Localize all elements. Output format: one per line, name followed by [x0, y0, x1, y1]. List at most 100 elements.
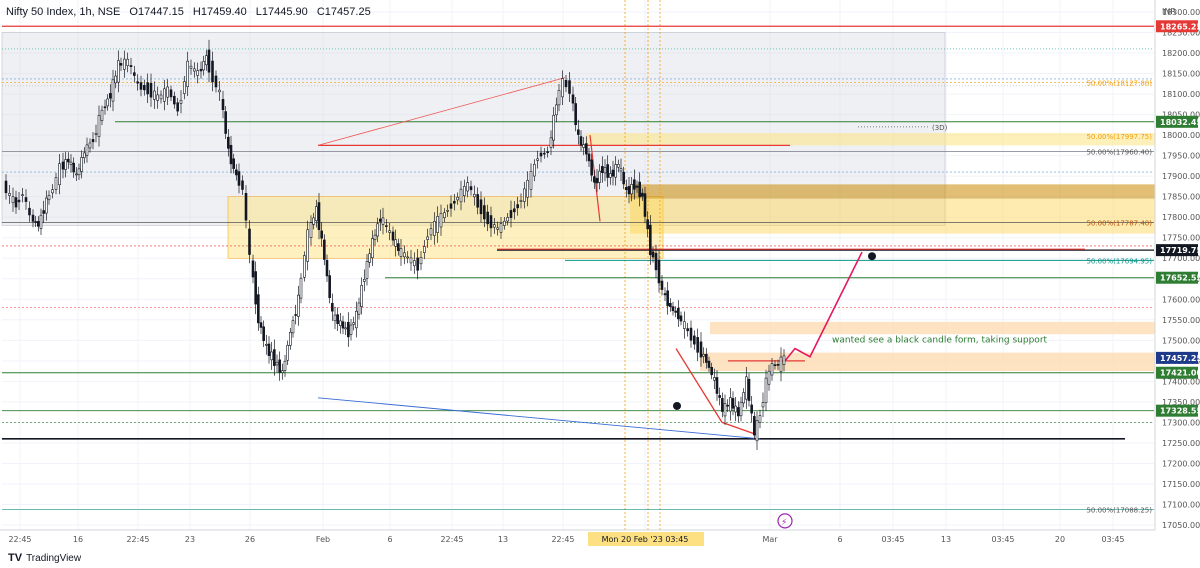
candle-body — [767, 370, 771, 385]
candle-body — [306, 229, 309, 262]
candle-body — [419, 256, 423, 265]
candle-body — [320, 230, 323, 239]
chart-canvas[interactable]: (3D) ⚡ wanted see a black candle form, tak… — [0, 0, 1200, 568]
candle-body — [221, 99, 225, 111]
candle-body — [388, 230, 391, 233]
candle-body — [286, 344, 289, 361]
candle-body — [726, 404, 729, 407]
candle-body — [782, 355, 786, 365]
y-tick-label: 17850.00 — [1162, 193, 1200, 202]
candle-body — [75, 173, 78, 176]
candle-body — [737, 407, 740, 417]
tradingview-brand: TradingView — [26, 552, 82, 564]
candle-body — [58, 163, 61, 186]
candle-body — [299, 277, 303, 299]
flash-glyph-icon: ⚡ — [781, 518, 787, 528]
symbol-label[interactable]: Nifty 50 Index, 1h, NSE — [6, 6, 120, 18]
candle-body — [11, 196, 15, 204]
candle-body — [713, 377, 716, 381]
candle-body — [273, 349, 276, 366]
price-badge-label: 17652.55 — [1160, 274, 1200, 283]
y-tick-label: 17200.00 — [1162, 459, 1200, 468]
candle-body — [456, 196, 459, 201]
candle-body — [166, 86, 169, 98]
candle-body — [291, 320, 295, 334]
candle-body — [347, 321, 350, 338]
candle-body — [689, 327, 693, 341]
fib-label: 50.00%(17088.25) — [1086, 506, 1152, 514]
candle-body — [17, 199, 21, 203]
candle-body — [546, 151, 549, 153]
price-badge-label: 17421.00 — [1160, 369, 1200, 378]
candle-body — [590, 159, 593, 176]
x-tick-label: 23 — [185, 535, 195, 544]
candle-body — [533, 164, 536, 177]
candle-body — [149, 82, 153, 98]
candle-body — [439, 213, 443, 228]
candle-body — [47, 195, 51, 201]
candle-body — [702, 354, 705, 357]
x-tick-label: 13 — [941, 535, 951, 544]
candle-body — [28, 207, 31, 216]
candle-body — [126, 58, 129, 66]
y-tick-label: 17050.00 — [1162, 521, 1200, 530]
candle-body — [776, 363, 780, 366]
candle-body — [218, 89, 221, 93]
eye-marker-icon[interactable] — [673, 401, 681, 410]
candle-body — [106, 98, 109, 107]
candle-body — [552, 115, 555, 141]
candle-body — [281, 370, 284, 373]
candle-body — [267, 343, 271, 356]
candle-body — [297, 294, 300, 317]
candle-body — [235, 169, 238, 176]
candle-body — [750, 404, 753, 414]
candle-body — [593, 176, 596, 183]
x-tick-label: 6 — [387, 535, 392, 544]
candle-body — [723, 403, 727, 417]
candle-body — [385, 225, 388, 227]
candle-body — [91, 139, 95, 143]
x-tick-label: 20 — [1055, 535, 1065, 544]
candle-body — [189, 65, 193, 69]
candle-body — [373, 234, 377, 240]
candle-body — [549, 137, 553, 148]
candle-body — [139, 82, 143, 90]
candle-body — [413, 260, 416, 267]
candle-body — [262, 326, 265, 342]
candle-body — [331, 303, 334, 312]
candle-body — [100, 109, 104, 121]
candle-body — [67, 158, 70, 163]
candle-body — [123, 58, 126, 70]
candle-body — [199, 68, 203, 72]
x-tick-label: 22:45 — [440, 535, 463, 544]
x-tick-label: Mar — [762, 535, 778, 544]
candle-body — [657, 259, 661, 284]
candle-body — [381, 217, 385, 225]
candle-body — [764, 377, 768, 404]
candle-body — [45, 197, 48, 214]
candle-body — [770, 363, 774, 376]
candle-body — [779, 356, 783, 372]
candle-body — [666, 290, 669, 307]
candle-body — [309, 222, 313, 238]
candle-body — [426, 236, 429, 240]
candle-body — [705, 353, 708, 363]
candle-body — [153, 90, 156, 100]
candle-body — [248, 228, 251, 255]
eye-marker-icon[interactable] — [868, 252, 876, 261]
candle-body — [371, 238, 374, 259]
candle-body — [136, 81, 139, 84]
candle-body — [232, 158, 235, 169]
candle-body — [499, 223, 503, 233]
y-tick-label: 17500.00 — [1162, 336, 1200, 345]
candle-body — [85, 144, 89, 156]
candle-body — [635, 185, 639, 188]
price-badge-label: 18265.25 — [1160, 22, 1200, 31]
tradingview-footer[interactable]: TV TradingView — [8, 552, 81, 564]
candle-body — [328, 275, 331, 299]
candle-body — [564, 80, 568, 88]
price-badge-label: 17719.75 — [1160, 246, 1200, 255]
candle-body — [394, 239, 397, 247]
candle-body — [251, 260, 255, 278]
candle-body — [39, 214, 43, 229]
